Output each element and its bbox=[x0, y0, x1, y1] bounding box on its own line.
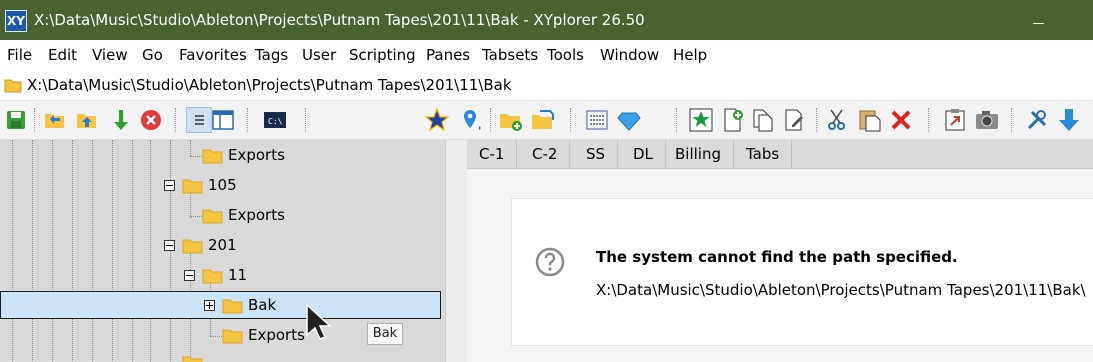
selected-row-highlight bbox=[0, 291, 441, 319]
menu-bar: File Edit View Go Favorites Tags User Sc… bbox=[0, 40, 1093, 70]
camera-icon[interactable] bbox=[974, 107, 1000, 133]
folder-icon bbox=[222, 298, 243, 318]
tree-item-label: 201 bbox=[208, 236, 237, 254]
folder-icon bbox=[182, 238, 203, 258]
green-down-arrow-icon[interactable] bbox=[108, 107, 134, 133]
tab-dl[interactable]: DL bbox=[621, 140, 666, 168]
stop-icon[interactable] bbox=[138, 107, 164, 133]
folder-up-icon[interactable] bbox=[74, 107, 100, 133]
menu-window[interactable]: Window bbox=[600, 46, 659, 64]
details-view-icon[interactable] bbox=[584, 107, 610, 133]
tooltip: Bak bbox=[367, 323, 403, 345]
menu-scripting[interactable]: Scripting bbox=[349, 46, 416, 64]
menu-tabsets[interactable]: Tabsets bbox=[482, 46, 538, 64]
gem-icon[interactable] bbox=[616, 107, 642, 133]
toolbar: C:\ bbox=[0, 101, 1093, 140]
file-list-pane: C-1 C-2 SS DL Billing Tabs The system ca… bbox=[467, 140, 1093, 362]
new-file-icon[interactable] bbox=[720, 107, 746, 133]
tree-item-label: Exports bbox=[228, 146, 285, 164]
tab-bar: C-1 C-2 SS DL Billing Tabs bbox=[467, 140, 1093, 169]
folder-icon bbox=[4, 78, 22, 97]
list-view-icon[interactable] bbox=[186, 107, 212, 133]
tools-icon[interactable] bbox=[1024, 107, 1050, 133]
tab-c2[interactable]: C-2 bbox=[520, 140, 571, 168]
expand-toggle[interactable] bbox=[204, 300, 215, 311]
location-pin-icon[interactable] bbox=[458, 107, 484, 133]
menu-tools[interactable]: Tools bbox=[547, 46, 584, 64]
favorite-star-icon[interactable] bbox=[424, 107, 450, 133]
collapse-toggle[interactable] bbox=[184, 270, 195, 281]
sync-folders-icon[interactable] bbox=[42, 107, 68, 133]
pane-splitter[interactable] bbox=[445, 140, 468, 362]
copy-icon[interactable] bbox=[750, 107, 776, 133]
download-icon[interactable] bbox=[1056, 107, 1082, 133]
error-panel: The system cannot find the path specifie… bbox=[511, 198, 1093, 346]
collapse-toggle[interactable] bbox=[164, 240, 175, 251]
collapse-toggle[interactable] bbox=[164, 180, 175, 191]
dual-pane-icon[interactable] bbox=[210, 107, 236, 133]
menu-favorites[interactable]: Favorites bbox=[179, 46, 247, 64]
paste-icon[interactable] bbox=[857, 107, 883, 133]
menu-user[interactable]: User bbox=[302, 46, 336, 64]
menu-view[interactable]: View bbox=[92, 46, 128, 64]
menu-file[interactable]: File bbox=[7, 46, 32, 64]
title-bar: XY X:\Data\Music\Studio\Ableton\Projects… bbox=[0, 0, 1093, 40]
tab-tabs[interactable]: Tabs bbox=[734, 140, 793, 168]
tab-ss[interactable]: SS bbox=[574, 140, 619, 168]
open-external-icon[interactable] bbox=[942, 107, 968, 133]
address-bar[interactable]: X:\Data\Music\Studio\Ableton\Projects\Pu… bbox=[0, 70, 1093, 101]
folder-tree[interactable]: Exports 105 Exports 201 11 Bak Exports B… bbox=[0, 140, 445, 362]
new-folder-icon[interactable] bbox=[498, 107, 524, 133]
tree-item-label: Exports bbox=[248, 326, 305, 344]
tab-c1[interactable]: C-1 bbox=[467, 140, 518, 168]
tree-item-label: 105 bbox=[208, 176, 237, 194]
xyplorer-app-icon[interactable]: XY bbox=[5, 10, 27, 32]
delete-icon[interactable] bbox=[888, 107, 914, 133]
menu-help[interactable]: Help bbox=[673, 46, 707, 64]
tree-item-label: Bak bbox=[248, 296, 277, 314]
cut-icon[interactable] bbox=[824, 107, 850, 133]
console-icon[interactable]: C:\ bbox=[262, 107, 288, 133]
menu-tags[interactable]: Tags bbox=[255, 46, 288, 64]
edit-doc-icon[interactable] bbox=[782, 107, 808, 133]
folder-icon bbox=[182, 355, 203, 362]
menu-edit[interactable]: Edit bbox=[48, 46, 77, 64]
svg-text:C:\: C:\ bbox=[268, 117, 283, 126]
question-icon bbox=[534, 246, 566, 282]
error-message: The system cannot find the path specifie… bbox=[596, 248, 958, 266]
folder-icon bbox=[202, 268, 223, 288]
tab-billing[interactable]: Billing bbox=[663, 140, 734, 168]
folder-icon bbox=[202, 148, 223, 168]
address-path[interactable]: X:\Data\Music\Studio\Ableton\Projects\Pu… bbox=[27, 76, 512, 94]
folder-move-icon[interactable] bbox=[530, 107, 556, 133]
folder-icon bbox=[182, 178, 203, 198]
mouse-cursor-icon bbox=[305, 303, 335, 349]
minimize-button[interactable] bbox=[1030, 10, 1056, 30]
save-icon[interactable] bbox=[3, 107, 29, 133]
folder-icon bbox=[222, 328, 243, 348]
star-tag-icon[interactable] bbox=[688, 107, 714, 133]
tree-item-label: Exports bbox=[228, 206, 285, 224]
error-path: X:\Data\Music\Studio\Ableton\Projects\Pu… bbox=[596, 281, 1086, 299]
window-title: X:\Data\Music\Studio\Ableton\Projects\Pu… bbox=[34, 11, 645, 29]
tree-item-label: 11 bbox=[228, 266, 248, 284]
menu-panes[interactable]: Panes bbox=[426, 46, 470, 64]
folder-icon bbox=[202, 208, 223, 228]
menu-go[interactable]: Go bbox=[142, 46, 163, 64]
